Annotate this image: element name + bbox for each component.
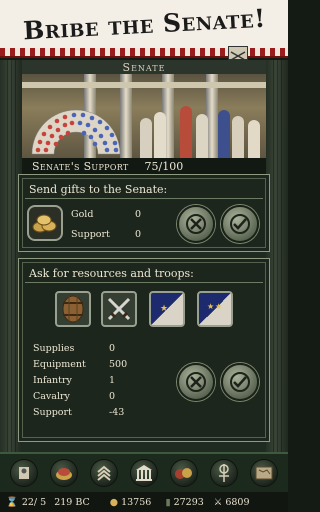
resources-confirm-button[interactable] xyxy=(221,363,259,401)
year-display: 219 BC xyxy=(54,496,90,508)
close-icon xyxy=(186,372,206,392)
gifts-cancel-button[interactable] xyxy=(177,205,215,243)
senate-scene-illustration xyxy=(22,74,266,158)
promo-banner: Bribe the Senate! xyxy=(0,0,288,48)
gifts-panel: Send gifts to the Senate: Gold 0 Support… xyxy=(18,174,270,252)
gift-gold-value: 0 xyxy=(135,209,142,220)
res-support-value: -43 xyxy=(109,407,125,418)
resources-panel: Ask for resources and troops: ★ ★ ★ Supp… xyxy=(18,258,270,442)
senate-building-icon[interactable] xyxy=(130,459,158,487)
res-infantry-value: 1 xyxy=(109,375,116,386)
turn-counter: 22/ 5 xyxy=(21,496,47,508)
troops-amount: 6809 xyxy=(225,496,250,508)
barrel-icon: ▮ xyxy=(165,496,171,508)
senate-seat-chart xyxy=(31,109,121,155)
checkmark-icon xyxy=(230,372,250,392)
svg-text:★: ★ xyxy=(215,302,222,311)
senate-screen: Senate Senate's Support 75/100 Send gift… xyxy=(0,46,288,452)
res-support-label: Support xyxy=(33,407,72,418)
info-icon[interactable] xyxy=(228,46,248,61)
resources-cancel-button[interactable] xyxy=(177,363,215,401)
gift-gold-label: Gold xyxy=(71,209,94,220)
senate-support-label: Senate's Support xyxy=(32,160,129,173)
gift-support-value: 0 xyxy=(135,229,142,240)
senate-title-bar: Senate xyxy=(22,60,266,74)
resource-amount: 27293 xyxy=(173,496,204,508)
res-infantry-label: Infantry xyxy=(33,375,72,386)
treasure-icon[interactable] xyxy=(50,459,78,487)
gifts-header: Send gifts to the Senate: xyxy=(29,183,168,196)
infantry-unit-icon[interactable]: ★ xyxy=(149,291,185,327)
senate-support-value: 75/100 xyxy=(144,160,184,173)
bottom-toolbar xyxy=(0,452,288,492)
gold-icon: ● xyxy=(109,496,119,508)
senate-title: Senate xyxy=(122,60,166,74)
supplies-barrel-icon[interactable] xyxy=(55,291,91,327)
general-icon[interactable] xyxy=(10,459,38,487)
equipment-swords-icon[interactable] xyxy=(101,291,137,327)
map-icon[interactable] xyxy=(250,459,278,487)
res-supplies-label: Supplies xyxy=(33,343,75,354)
res-equipment-label: Equipment xyxy=(33,359,86,370)
gift-support-label: Support xyxy=(71,229,110,240)
trade-goods-icon[interactable] xyxy=(170,459,198,487)
banner-title: Bribe the Senate! xyxy=(22,3,266,45)
resources-header: Ask for resources and troops: xyxy=(29,267,194,280)
status-bar: ⌛ 22/ 5 219 BC ● 13756 ▮ 27293 ⚔ 6809 xyxy=(0,492,288,512)
svg-text:★: ★ xyxy=(207,302,214,311)
gold-coins-icon[interactable] xyxy=(27,205,63,241)
checkmark-icon xyxy=(230,214,250,234)
hourglass-icon: ⌛ xyxy=(6,496,18,508)
crossed-swords-icon: ⚔ xyxy=(213,496,223,508)
res-equipment-value: 500 xyxy=(109,359,128,370)
close-icon xyxy=(186,214,206,234)
standard-icon[interactable] xyxy=(210,459,238,487)
res-supplies-value: 0 xyxy=(109,343,116,354)
rank-chevrons-icon[interactable] xyxy=(90,459,118,487)
gold-amount: 13756 xyxy=(121,496,152,508)
res-cavalry-value: 0 xyxy=(109,391,116,402)
svg-text:★: ★ xyxy=(160,304,168,314)
res-cavalry-label: Cavalry xyxy=(33,391,70,402)
cavalry-unit-icon[interactable]: ★ ★ xyxy=(197,291,233,327)
gifts-confirm-button[interactable] xyxy=(221,205,259,243)
